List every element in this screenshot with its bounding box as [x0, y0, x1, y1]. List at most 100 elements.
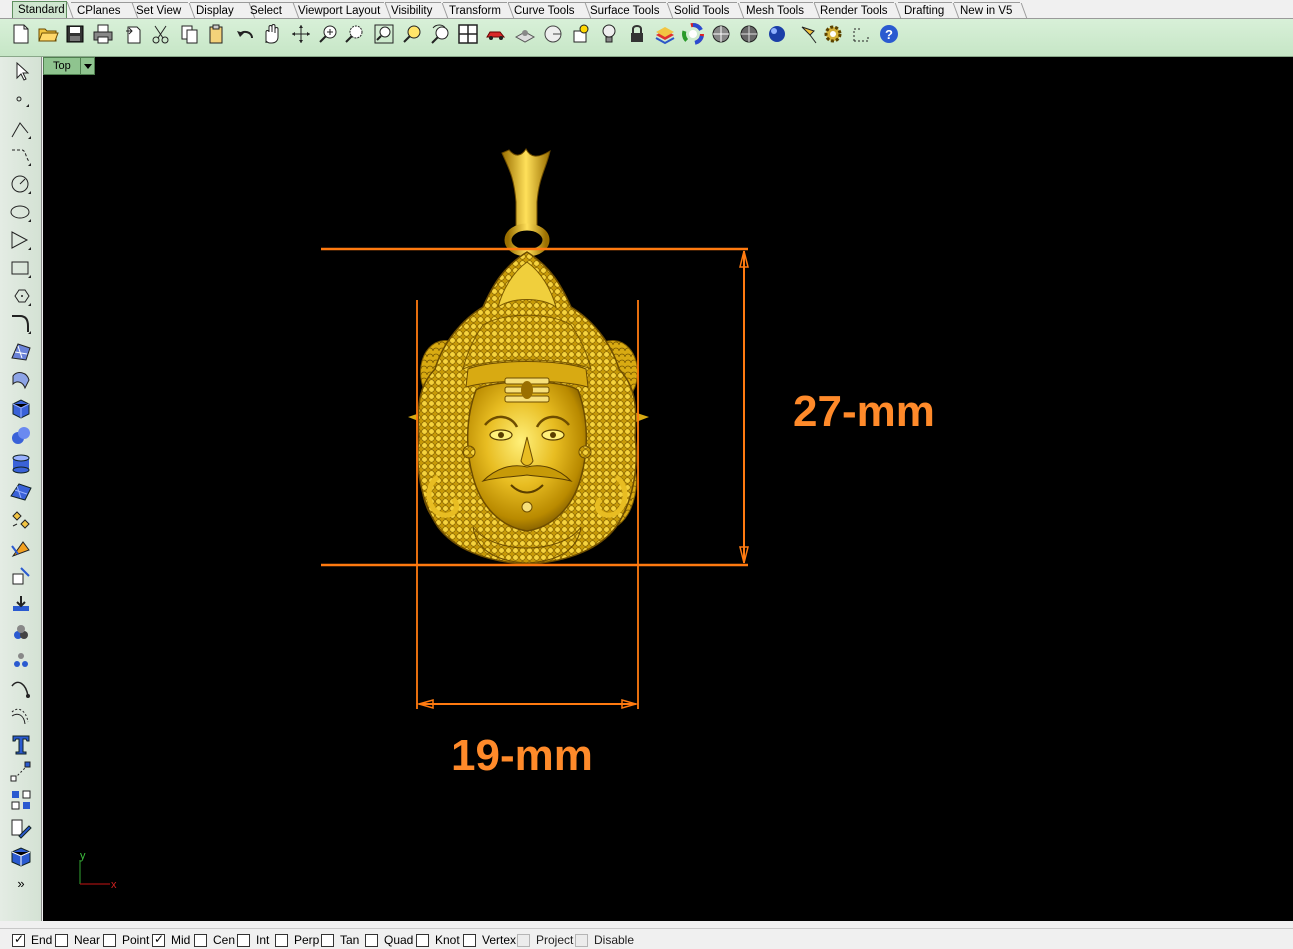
osnap-knot[interactable]: Knot: [416, 933, 460, 947]
tab-select[interactable]: Select: [244, 2, 292, 19]
tab-new-in-v5[interactable]: New in V5: [954, 2, 1020, 19]
osnap-perp[interactable]: Perp: [275, 933, 319, 947]
tab-set-view[interactable]: Set View: [130, 2, 188, 19]
rotate-view-icon[interactable]: [290, 23, 312, 45]
array-icon[interactable]: [9, 592, 33, 616]
osnap-end-checkbox[interactable]: [12, 932, 25, 947]
layer-icon[interactable]: [654, 23, 676, 45]
osnap-disable-checkbox[interactable]: [575, 933, 588, 947]
move-icon[interactable]: [9, 536, 33, 560]
osnap-point[interactable]: Point: [103, 933, 149, 947]
osnap-vertex-checkbox[interactable]: [463, 933, 476, 947]
offset-curve-icon[interactable]: [9, 704, 33, 728]
osnap-quad[interactable]: Quad: [365, 933, 413, 947]
select-arrow-icon[interactable]: [9, 59, 33, 83]
tab-drafting[interactable]: Drafting: [898, 2, 952, 19]
osnap-knot-checkbox[interactable]: [416, 933, 429, 947]
block-icon[interactable]: [9, 788, 33, 812]
cylinder-icon[interactable]: [9, 452, 33, 476]
osnap-near-checkbox[interactable]: [55, 933, 68, 947]
shaded-sphere-icon[interactable]: [710, 23, 732, 45]
undo-view-icon[interactable]: [430, 23, 452, 45]
gumball-icon[interactable]: [850, 23, 872, 45]
more-icon[interactable]: »: [9, 872, 33, 896]
zoom-selected-icon[interactable]: [402, 23, 424, 45]
undo-icon[interactable]: [234, 23, 256, 45]
paste-icon[interactable]: [205, 23, 227, 45]
box-3d-icon[interactable]: [9, 844, 33, 868]
osnap-point-checkbox[interactable]: [103, 933, 116, 947]
ellipse-icon[interactable]: [9, 200, 33, 224]
arc-icon[interactable]: [9, 228, 33, 252]
circle-icon[interactable]: [9, 172, 33, 196]
properties-icon[interactable]: [570, 23, 592, 45]
polyline-icon[interactable]: [9, 117, 33, 141]
curve-icon[interactable]: [9, 144, 33, 168]
fillet-curve-icon[interactable]: [9, 312, 33, 336]
object-snap-icon[interactable]: [542, 23, 564, 45]
osnap-mid[interactable]: Mid: [152, 932, 190, 947]
box-icon[interactable]: [9, 396, 33, 420]
open-file-icon[interactable]: [37, 23, 59, 45]
tab-surface-tools[interactable]: Surface Tools: [584, 2, 666, 19]
text-icon[interactable]: [9, 732, 33, 756]
rectangle-icon[interactable]: [9, 256, 33, 280]
save-icon[interactable]: [64, 23, 86, 45]
boolean-union-icon[interactable]: [9, 424, 33, 448]
cplane-icon[interactable]: [514, 23, 536, 45]
osnap-quad-checkbox[interactable]: [365, 933, 378, 947]
zoom-extents-icon[interactable]: [373, 23, 395, 45]
color-wheel-icon[interactable]: [682, 23, 704, 45]
print-icon[interactable]: [92, 23, 114, 45]
osnap-int-checkbox[interactable]: [237, 933, 250, 947]
osnap-project[interactable]: Project: [517, 933, 573, 947]
point-cloud-icon[interactable]: [9, 648, 33, 672]
edit-icon[interactable]: [9, 816, 33, 840]
top-viewport[interactable]: 27-mm 19-mm y x Top: [43, 57, 1293, 921]
car-icon[interactable]: [485, 23, 507, 45]
import-icon[interactable]: [123, 23, 145, 45]
osnap-vertex[interactable]: Vertex: [463, 933, 516, 947]
zoom-icon[interactable]: [318, 23, 340, 45]
tab-mesh-tools[interactable]: Mesh Tools: [740, 2, 813, 19]
pendant-model[interactable]: [408, 147, 649, 565]
light-bulb-icon[interactable]: [598, 23, 620, 45]
osnap-near[interactable]: Near: [55, 933, 100, 947]
blue-sphere-icon[interactable]: [766, 23, 788, 45]
zoom-window-icon[interactable]: [344, 23, 366, 45]
osnap-cen-checkbox[interactable]: [194, 933, 207, 947]
osnap-cen[interactable]: Cen: [194, 933, 235, 947]
tab-solid-tools[interactable]: Solid Tools: [668, 2, 737, 19]
tab-viewport-layout[interactable]: Viewport Layout: [292, 2, 384, 19]
osnap-perp-checkbox[interactable]: [275, 933, 288, 947]
viewport-title-tab[interactable]: Top: [43, 57, 95, 75]
lock-icon[interactable]: [626, 23, 648, 45]
curve-from-object-icon[interactable]: [9, 676, 33, 700]
new-file-icon[interactable]: [10, 23, 32, 45]
dimension-icon[interactable]: [9, 760, 33, 784]
help-icon[interactable]: ?: [878, 23, 900, 45]
osnap-end[interactable]: End: [12, 932, 52, 947]
explode-icon[interactable]: [9, 508, 33, 532]
extrude-icon[interactable]: [9, 368, 33, 392]
tab-transform[interactable]: Transform: [443, 2, 507, 19]
gear-icon[interactable]: [822, 23, 844, 45]
surface-from-points-icon[interactable]: [9, 340, 33, 364]
cut-icon[interactable]: [150, 23, 172, 45]
polygon-icon[interactable]: [9, 284, 33, 308]
rendered-sphere-icon[interactable]: [738, 23, 760, 45]
tab-standard[interactable]: Standard: [12, 1, 67, 18]
osnap-project-checkbox[interactable]: [517, 933, 530, 947]
tab-curve-tools[interactable]: Curve Tools: [508, 2, 584, 19]
copy-icon[interactable]: [179, 23, 201, 45]
osnap-mid-checkbox[interactable]: [152, 932, 165, 947]
tab-display[interactable]: Display: [190, 2, 248, 19]
mesh-plane-icon[interactable]: [9, 480, 33, 504]
osnap-int[interactable]: Int: [237, 933, 269, 947]
tab-visibility[interactable]: Visibility: [385, 2, 441, 19]
tab-render-tools[interactable]: Render Tools: [814, 2, 894, 19]
osnap-tan[interactable]: Tan: [321, 933, 359, 947]
viewport-name[interactable]: Top: [43, 57, 81, 75]
transform-icon[interactable]: [9, 564, 33, 588]
osnap-tan-checkbox[interactable]: [321, 933, 334, 947]
